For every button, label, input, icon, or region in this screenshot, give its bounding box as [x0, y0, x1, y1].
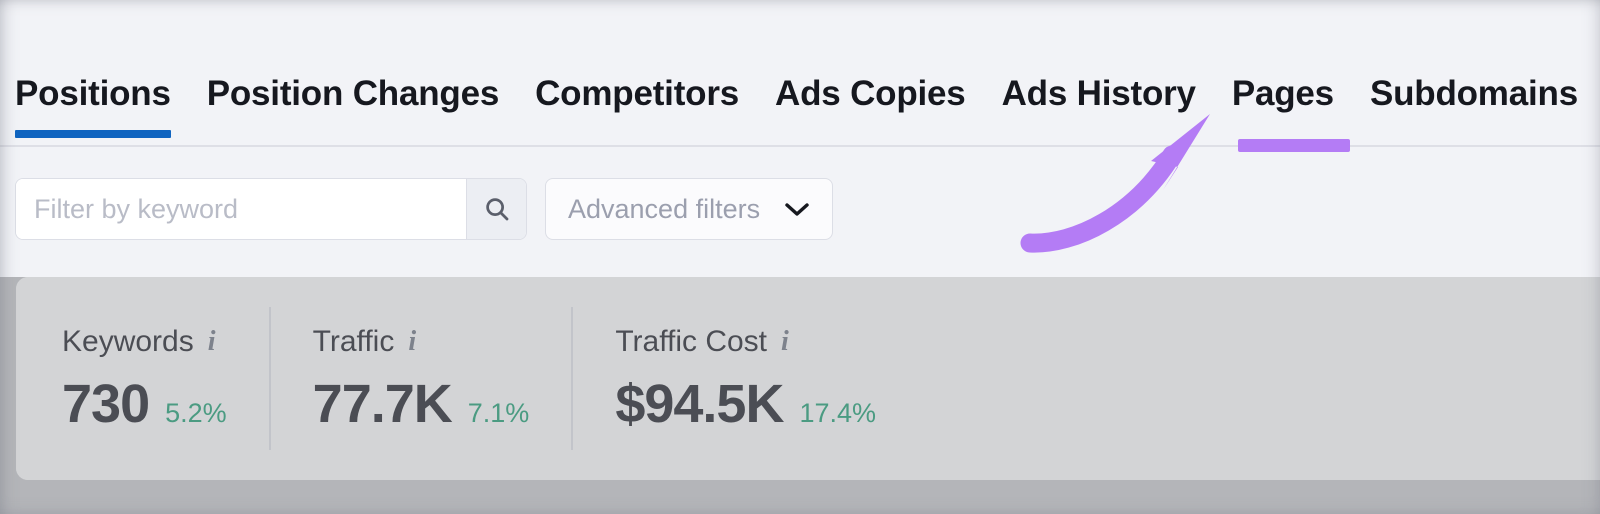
search-input[interactable]: [16, 179, 466, 239]
app-screen: Positions Position Changes Competitors A…: [0, 0, 1600, 514]
tab-active-underline: [15, 130, 171, 138]
metric-traffic-value: 77.7K: [312, 373, 453, 434]
metric-keywords-head: Keywords i: [62, 324, 227, 358]
info-icon[interactable]: i: [208, 327, 216, 356]
tab-list: Positions Position Changes Competitors A…: [15, 62, 1578, 138]
tab-competitors[interactable]: Competitors: [535, 62, 739, 132]
metric-traffic-cost-delta: 17.4%: [799, 397, 877, 428]
tab-position-changes-label: Position Changes: [206, 74, 500, 113]
tab-bar: Positions Position Changes Competitors A…: [0, 62, 1600, 147]
info-icon[interactable]: i: [408, 327, 416, 356]
filter-toolbar: Advanced filters: [15, 178, 834, 240]
metric-traffic-cost: Traffic Cost i $94.5K 17.4%: [571, 277, 918, 480]
metrics-panel-clip: Keywords i 730 5.2% Traffic i 77.7K 7.1%…: [16, 277, 1600, 480]
metric-traffic-cost-head: Traffic Cost i: [615, 324, 876, 358]
tab-subdomains[interactable]: Subdomains: [1370, 62, 1578, 132]
tab-position-changes[interactable]: Position Changes: [206, 62, 500, 132]
metric-traffic-cost-title: Traffic Cost: [615, 324, 768, 358]
metrics-list: Keywords i 730 5.2% Traffic i 77.7K 7.1%…: [16, 277, 918, 480]
search-icon: [482, 194, 512, 224]
metric-traffic-title: Traffic: [312, 324, 395, 358]
metric-traffic-cost-value: $94.5K: [615, 373, 784, 434]
tab-positions-label: Positions: [15, 74, 171, 113]
search-button[interactable]: [466, 179, 526, 239]
metric-traffic-delta: 7.1%: [467, 397, 530, 428]
annotation-underline-bar: [1238, 139, 1350, 152]
info-icon[interactable]: i: [781, 327, 789, 356]
metric-traffic-cost-valuerow: $94.5K 17.4%: [615, 377, 876, 431]
metric-keywords-title: Keywords: [62, 324, 194, 358]
tab-bar-divider: [0, 145, 1600, 147]
tab-competitors-label: Competitors: [535, 74, 740, 113]
tab-positions[interactable]: Positions: [15, 62, 171, 138]
keyword-search-group: [15, 178, 527, 240]
tab-pages[interactable]: Pages: [1232, 62, 1334, 132]
metric-keywords: Keywords i 730 5.2%: [46, 277, 269, 480]
tab-ads-copies-label: Ads Copies: [775, 74, 966, 113]
metric-keywords-delta: 5.2%: [165, 397, 227, 428]
chevron-down-icon: [784, 201, 810, 218]
tab-ads-history-label: Ads History: [1001, 74, 1196, 113]
tab-ads-history[interactable]: Ads History: [1002, 62, 1196, 132]
tab-ads-copies[interactable]: Ads Copies: [775, 62, 966, 132]
metric-traffic-head: Traffic i: [312, 324, 530, 358]
tab-pages-label: Pages: [1231, 74, 1334, 113]
metric-traffic-valuerow: 77.7K 7.1%: [313, 377, 530, 431]
advanced-filters-label: Advanced filters: [568, 193, 761, 224]
tab-subdomains-label: Subdomains: [1369, 74, 1578, 113]
metric-keywords-value: 730: [62, 373, 150, 434]
advanced-filters-dropdown[interactable]: Advanced filters: [545, 178, 834, 240]
metrics-panel: Keywords i 730 5.2% Traffic i 77.7K 7.1%…: [16, 277, 1600, 480]
metric-traffic: Traffic i 77.7K 7.1%: [268, 277, 572, 480]
metric-keywords-valuerow: 730 5.2%: [62, 377, 227, 431]
